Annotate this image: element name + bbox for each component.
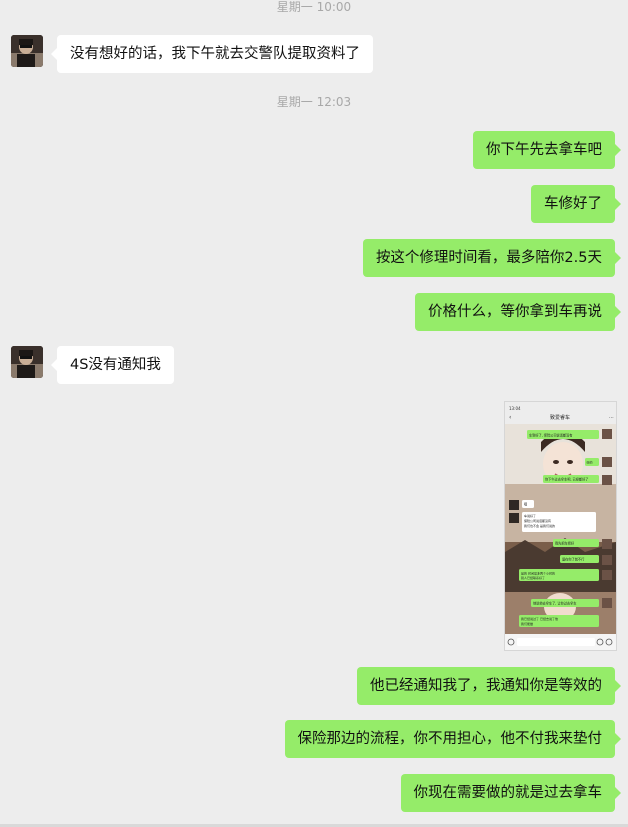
screenshot-line: 你下午过去拿车吧, 已经都好了 bbox=[545, 477, 588, 482]
screenshot-line: 车说好了 bbox=[524, 513, 536, 518]
screenshot-line: 他说他去拿车了, 让你过去拿车 bbox=[533, 601, 576, 606]
message-bubble-incoming[interactable]: 4S没有通知我 bbox=[51, 346, 174, 384]
image-message-chat-screenshot[interactable]: 13:04 致爱睿车 ‹ ··· 车到好了, 保险公司说话都没有 好的 你下午过… bbox=[504, 401, 617, 651]
contact-avatar[interactable] bbox=[11, 346, 43, 378]
message-bubble-outgoing[interactable]: 他已经通知我了，我通知你是等效的 bbox=[357, 667, 621, 705]
svg-text:好的: 好的 bbox=[587, 460, 593, 465]
timestamp: 星期一 12:03 bbox=[276, 95, 352, 109]
svg-text:别人已经联系好了: 别人已经联系好了 bbox=[521, 575, 545, 580]
svg-text:保险公司说话都没有: 保险公司说话都没有 bbox=[524, 518, 551, 523]
svg-text:我们能做: 我们能做 bbox=[521, 621, 533, 626]
message-bubble-outgoing[interactable]: 车修好了 bbox=[531, 185, 621, 223]
svg-text:···: ··· bbox=[609, 415, 614, 421]
message-bubble-outgoing[interactable]: 价格什么，等你拿到车再说 bbox=[415, 293, 621, 331]
timestamp: 星期一 10:00 bbox=[276, 0, 352, 14]
screenshot-title: 致爱睿车 bbox=[550, 414, 570, 421]
svg-text:‹: ‹ bbox=[509, 414, 511, 421]
avatar-photo-icon bbox=[11, 346, 43, 378]
message-bubble-outgoing[interactable]: 你下午先去拿车吧 bbox=[473, 131, 621, 169]
screenshot-line: 我先把车修好 bbox=[555, 541, 575, 546]
message-bubble-incoming[interactable]: 没有想好的话，我下午就去交警队提取资料了 bbox=[51, 35, 373, 73]
screenshot-line: 车到好了, 保险公司说话都没有 bbox=[529, 433, 572, 438]
svg-text:我们也不会 是我们说的: 我们也不会 是我们说的 bbox=[524, 523, 555, 528]
screenshot-image: 13:04 致爱睿车 ‹ ··· 车到好了, 保险公司说话都没有 好的 你下午过… bbox=[505, 402, 616, 650]
screenshot-time: 13:04 bbox=[509, 406, 521, 411]
avatar-photo-icon bbox=[11, 35, 43, 67]
svg-text:是的 时间最多两个小时的: 是的 时间最多两个小时的 bbox=[521, 571, 555, 576]
screenshot-line: 留在你了就不行 bbox=[562, 557, 585, 562]
contact-avatar[interactable] bbox=[11, 35, 43, 67]
message-bubble-outgoing[interactable]: 保险那边的流程，你不用担心，他不付我来垫付 bbox=[284, 720, 621, 758]
message-bubble-outgoing[interactable]: 按这个修理时间看，最多陪你2.5天 bbox=[362, 239, 622, 277]
svg-text:我已经说过了 已经去说了他: 我已经说过了 已经去说了他 bbox=[521, 616, 558, 621]
message-bubble-outgoing[interactable]: 你现在需要做的就是过去拿车 bbox=[400, 774, 621, 812]
